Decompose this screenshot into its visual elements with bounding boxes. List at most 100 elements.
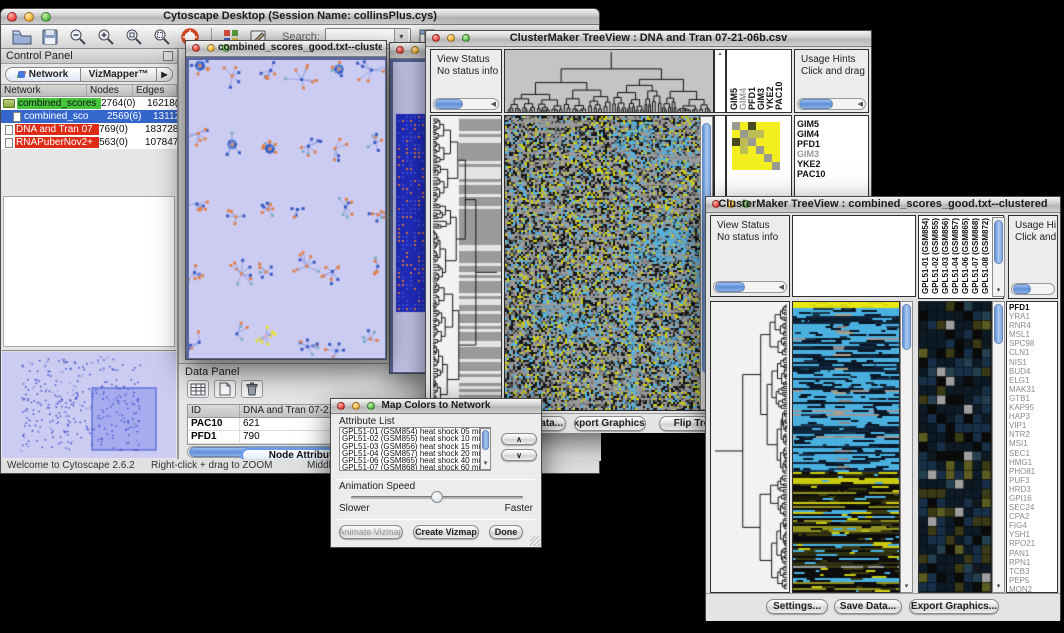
dialog-titlebar[interactable]: Map Colors to Network [331,399,541,414]
scroll-thumb[interactable] [1013,284,1031,294]
attribute-list-vscrollbar[interactable]: ▾ [480,428,491,470]
tab-overflow-arrow[interactable]: ▶ [157,67,173,82]
scroll-thumb[interactable] [902,304,911,350]
gene-label[interactable]: PEP5 [1009,576,1055,585]
scroll-arrows-icon[interactable]: ◀ [491,99,496,110]
tv2-hints-hscrollbar[interactable] [1011,283,1055,295]
tv2-zoom-heatmap[interactable] [918,301,992,593]
treeview-button[interactable]: Export Graphics... [574,416,646,431]
treeview-button[interactable]: Save Data... [834,599,902,614]
dialog-button[interactable]: Animate Vizmap [339,525,403,539]
gene-label[interactable]: HAP3 [1009,412,1055,421]
treeview-button[interactable]: Settings... [766,599,828,614]
gene-label[interactable]: GIM5 [797,119,866,129]
minimize-button[interactable] [207,44,215,52]
network-tree-row[interactable]: RNAPuberNov2+563(0)107847(0) [1,136,177,149]
gene-label[interactable]: RPN1 [1009,558,1055,567]
gene-label[interactable]: PFD1 [1009,303,1055,312]
gene-label[interactable]: KAP95 [1009,403,1055,412]
open-session-icon[interactable] [11,27,33,46]
tv1-status-hscrollbar[interactable]: ◀ [433,98,499,110]
gene-label[interactable]: HMG1 [1009,458,1055,467]
gene-label[interactable]: SEC1 [1009,449,1055,458]
scroll-thumb[interactable] [435,99,463,109]
gene-label[interactable]: YKE2 [797,159,866,169]
scroll-arrows-icon[interactable]: ▾ [901,583,912,591]
gene-label[interactable]: RNR4 [1009,321,1055,330]
scroll-thumb[interactable] [994,304,1003,344]
gene-label[interactable]: PAN1 [1009,549,1055,558]
zoom-in-icon[interactable] [95,27,117,46]
network-tree-row[interactable]: combined_scores2764(0)16218(0) [1,97,177,110]
gene-label[interactable]: PHO81 [1009,467,1055,476]
scroll-thumb[interactable] [482,430,489,450]
dialog-button[interactable]: Done [489,525,523,539]
select-attributes-icon[interactable] [187,380,209,398]
gene-label[interactable]: SPC98 [1009,339,1055,348]
tv2-zoom-vscrollbar[interactable]: ▾ [992,301,1005,593]
delete-attribute-icon[interactable] [241,380,263,398]
summary-heatmap[interactable] [732,122,780,170]
gene-label[interactable]: MON2 [1009,585,1055,593]
move-attribute-down-button[interactable]: ∨ [501,449,537,461]
gene-label[interactable]: RPO21 [1009,539,1055,548]
scroll-thumb[interactable] [799,99,833,109]
tv1-titlebar[interactable]: ClusterMaker TreeView : DNA and Tran 07-… [426,31,871,47]
gene-label[interactable]: YSH1 [1009,530,1055,539]
tv2-titlebar[interactable]: ClusterMaker TreeView : combined_scores_… [706,197,1060,213]
network-table-header[interactable]: Network Nodes Edges [1,84,177,97]
dialog-button[interactable]: Create Vizmap [413,525,479,539]
tab-network[interactable]: Network [5,67,81,82]
scroll-arrows-icon[interactable]: ▾ [993,287,1004,295]
tv1-dendro-scroll-gutter[interactable]: ▴ [714,49,726,113]
tv1-hints-hscrollbar[interactable]: ◀ [797,98,866,110]
minimize-button[interactable] [411,46,419,54]
create-attribute-icon[interactable] [214,380,236,398]
save-session-icon[interactable] [39,27,61,46]
gene-label[interactable]: NTR2 [1009,430,1055,439]
gene-label[interactable]: MSL1 [1009,330,1055,339]
network-graph-canvas[interactable] [189,60,385,358]
close-button[interactable] [192,44,200,52]
scroll-thumb[interactable] [715,282,745,292]
tv1-main-heatmap[interactable]: ▾ [504,115,714,411]
gene-label[interactable]: FIG4 [1009,521,1055,530]
animation-speed-slider[interactable] [351,496,523,499]
scroll-thumb[interactable] [994,220,1003,264]
net1-titlebar[interactable]: combined_scores_good.txt--cluste... [186,41,386,57]
gene-label[interactable]: PAC10 [797,169,866,179]
network-overview-canvas[interactable] [2,352,176,458]
tv2-row-dendrogram[interactable] [710,301,790,593]
scroll-arrows-icon[interactable]: ◀ [858,99,863,110]
tv2-main-heatmap[interactable] [792,301,900,593]
gene-label[interactable]: GTB1 [1009,394,1055,403]
gene-label[interactable]: MSI1 [1009,439,1055,448]
resize-grip[interactable] [530,536,540,546]
network-overview-panel[interactable] [2,350,176,458]
tv2-heatmap-vscrollbar[interactable]: ▾ [900,301,913,593]
gene-label[interactable]: PFD1 [797,139,866,149]
scroll-arrows-icon[interactable]: ▾ [993,583,1004,591]
gene-label[interactable]: GPI16 [1009,494,1055,503]
network-tree-row[interactable]: combined_sco2569(6)13112(15) [1,110,177,123]
gene-label[interactable]: ELG1 [1009,376,1055,385]
gene-label[interactable]: GIM4 [797,129,866,139]
gene-label[interactable]: BUD4 [1009,367,1055,376]
gene-label[interactable]: YRA1 [1009,312,1055,321]
gene-label[interactable]: SEC24 [1009,503,1055,512]
gene-label[interactable]: CPA2 [1009,512,1055,521]
attribute-item[interactable]: GPL51-07 (GSM868) heat shock 60 min [340,464,490,471]
close-button[interactable] [396,46,404,54]
scroll-arrows-icon[interactable]: ▾ [481,460,490,468]
tv1-global-view[interactable] [430,115,502,411]
tv1-column-dendrogram[interactable] [504,49,714,113]
float-panel-icon[interactable] [163,51,173,61]
gene-label[interactable]: MAK31 [1009,385,1055,394]
network-tree-row[interactable]: DNA and Tran 07769(0)183728(0) [1,123,177,136]
tv2-status-hscrollbar[interactable]: ◀ [713,281,787,293]
gene-label[interactable]: HRD3 [1009,485,1055,494]
network-view[interactable] [186,57,386,359]
gene-label[interactable]: PUF3 [1009,476,1055,485]
gene-label[interactable]: NIS1 [1009,358,1055,367]
tv2-collabel-vscrollbar[interactable]: ▾ [992,217,1005,297]
